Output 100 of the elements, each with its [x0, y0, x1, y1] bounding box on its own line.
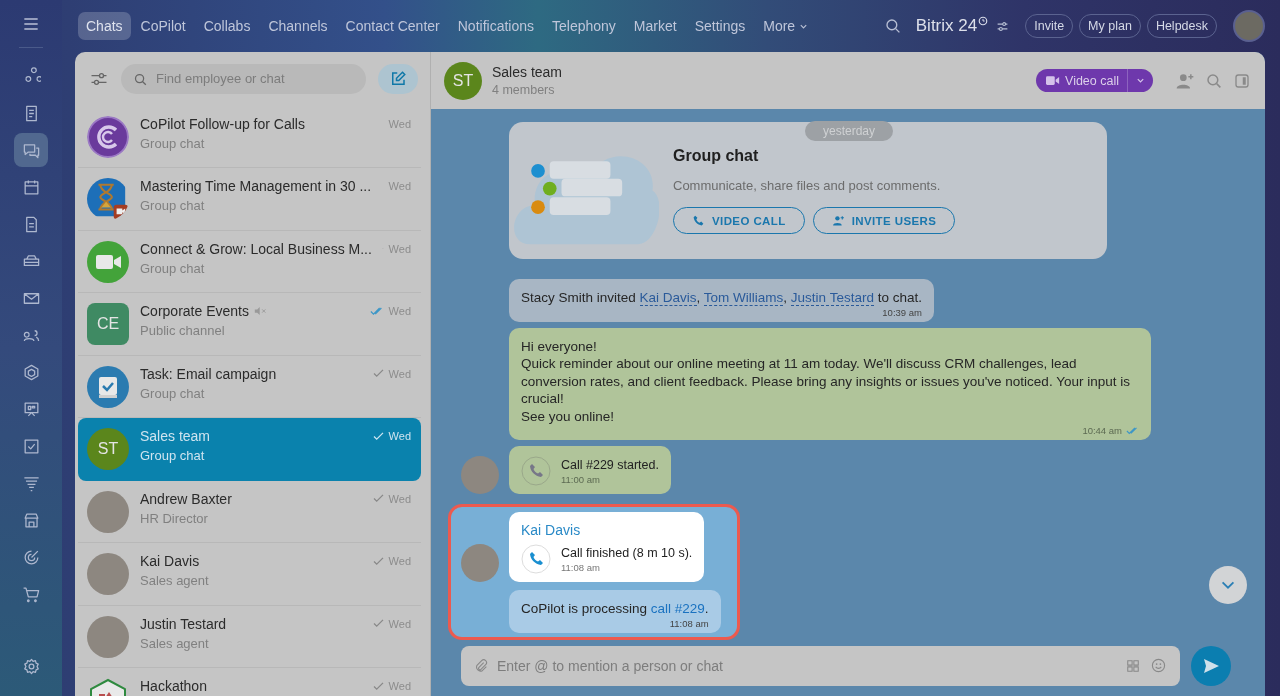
chat-date: Wed — [388, 242, 411, 255]
link[interactable]: Justin Testard — [790, 290, 874, 306]
chat-subtitle: Group chat — [140, 385, 206, 401]
chat-list-item[interactable]: Mastering Time Management in 30 ... Wed Group chat — [78, 168, 421, 231]
chat-date: Wed — [388, 430, 411, 443]
card-title: Group chat — [673, 147, 760, 165]
initials-avatar: ST — [87, 428, 129, 471]
avatar-photo-placeholder — [87, 490, 129, 533]
message-text: See you online! — [521, 407, 616, 425]
paperclip-icon — [473, 658, 489, 674]
message-input[interactable]: Enter @ to mention a person or chat — [461, 646, 1180, 686]
chat-subtitle: Group chat — [140, 198, 206, 214]
edit-icon — [389, 69, 407, 88]
send-button[interactable] — [1191, 646, 1231, 686]
chat-subtitle: Group chat — [140, 448, 206, 464]
message-time: 10:39 am — [882, 306, 922, 318]
chat-date: Wed — [388, 305, 411, 318]
chat-subtitle: Group chat — [140, 260, 206, 276]
avatar-photo-placeholder — [461, 544, 499, 582]
settings-icon[interactable] — [21, 657, 41, 676]
message-time: 11:00 am — [561, 473, 600, 485]
chat-subtitle: HR Director — [140, 510, 209, 526]
nav-tab[interactable]: Telephony — [544, 12, 624, 40]
spiral-logo-icon — [87, 115, 129, 158]
link[interactable]: Kai Davis — [639, 290, 697, 306]
smiley-icon[interactable] — [1151, 658, 1166, 673]
user-avatar[interactable] — [1233, 10, 1265, 42]
hourglass-icon — [87, 178, 129, 221]
member-count: 4 members — [492, 83, 556, 97]
chat-date: Wed — [388, 367, 411, 380]
header-button[interactable]: My plan — [1079, 14, 1141, 38]
nav-tab[interactable]: Chats — [78, 12, 131, 40]
nav-tab[interactable]: Notifications — [449, 12, 542, 40]
card-description: Communicate, share files and post comments. — [673, 178, 942, 193]
message-text: Hi everyone! — [521, 337, 598, 355]
message-time: 11:08 am — [561, 561, 600, 573]
chat-list-item[interactable]: Justin Testard Wed Sales agent — [78, 605, 421, 669]
chat-name: Connect & Grow: Local Business M... — [140, 240, 372, 257]
chat-date: Wed — [388, 617, 411, 630]
chat-name: Justin Testard — [140, 615, 227, 632]
nav-tab[interactable]: Channels — [260, 12, 336, 40]
chat-date: Wed — [388, 680, 411, 693]
scroll-down-button[interactable] — [1209, 566, 1247, 604]
video-call-menu-button[interactable] — [1127, 69, 1153, 92]
new-chat-button[interactable] — [378, 63, 418, 94]
initials-avatar: CE — [87, 303, 129, 346]
link[interactable]: call #229 — [650, 601, 705, 616]
chat-title: Sales team — [492, 64, 563, 80]
chat-name: CoPilot Follow-up for Calls — [140, 115, 305, 132]
chat-list-item[interactable]: Kai Davis Wed Sales agent — [78, 543, 421, 606]
chat-name: Sales team — [140, 428, 211, 445]
chat-name: Task: Email campaign — [140, 365, 277, 382]
phone-icon — [521, 456, 551, 486]
video-camera-icon — [87, 240, 129, 283]
avatar-photo-placeholder — [87, 615, 129, 658]
message-text: Quick reminder about our online meeting at 11 am today. We'll discuss CRM challenges, lead conversion rates, and client feedback. Please bring any insights or issues you've noticed. Your input is crucial! — [521, 355, 1131, 408]
message-text: Call finished (8 m 10 s). — [561, 545, 693, 560]
chat-list-item[interactable]: CE Corporate Events Wed Public channel — [78, 293, 421, 356]
task-checkbox-icon — [87, 365, 129, 408]
chat-list-item[interactable]: Andrew Baxter Wed HR Director — [78, 480, 421, 544]
phone-icon — [521, 544, 551, 574]
chat-name: Mastering Time Management in 30 ... — [140, 178, 372, 195]
search-icon[interactable] — [883, 17, 902, 35]
chat-name: Kai Davis — [140, 553, 200, 570]
initials-avatar: ST — [444, 61, 482, 100]
chat-list-item[interactable]: Hackathon Wed — [78, 668, 421, 696]
message-text: Stacy Smith invited Kai Davis, Tom Williams, Justin Testard to chat. — [521, 289, 922, 307]
chat-name: Andrew Baxter — [140, 490, 232, 507]
author-name[interactable]: Kai Davis — [521, 522, 693, 538]
nav-tab[interactable]: Collabs — [195, 12, 259, 40]
side-panel-icon[interactable] — [1233, 71, 1251, 90]
chat-date: Wed — [388, 492, 411, 505]
nav-tab[interactable]: CoPilot — [132, 12, 194, 40]
video-call-button[interactable]: Video call — [1036, 69, 1127, 92]
message-time: 10:44 am — [1082, 425, 1122, 436]
phone-icon — [692, 214, 705, 227]
chat-date: Wed — [388, 117, 411, 130]
add-user-icon — [831, 214, 845, 227]
chat-date: Wed — [388, 180, 411, 193]
brand-logo: Bitrix 24 — [915, 16, 978, 36]
chat-date: Wed — [388, 555, 411, 568]
send-icon — [1201, 656, 1221, 676]
chat-list-item[interactable]: CoPilot Follow-up for Calls Wed Group chat — [78, 105, 421, 169]
avatar-photo-placeholder — [87, 553, 129, 596]
search-field[interactable]: Find employee or chat — [121, 63, 366, 94]
nav-tab[interactable]: Market — [625, 12, 685, 40]
nav-tab[interactable]: Contact Center — [337, 12, 448, 40]
nav-item[interactable] — [14, 133, 48, 167]
more-menu[interactable]: More — [755, 12, 817, 40]
chat-list-item[interactable]: Connect & Grow: Local Business M... Wed Group chat — [78, 230, 421, 294]
video-camera-icon — [1046, 75, 1060, 86]
search-icon — [133, 71, 148, 87]
avatar-photo-placeholder — [461, 456, 499, 494]
chat-list-item[interactable]: ST Sales team Wed Group chat — [78, 418, 421, 481]
chat-subtitle: Sales agent — [140, 573, 210, 589]
sliders-icon[interactable] — [996, 19, 1010, 33]
chat-subtitle: Sales agent — [140, 635, 210, 651]
nav-tab[interactable]: Settings — [686, 12, 754, 40]
chat-name: Corporate Events — [140, 303, 249, 320]
clock-icon — [978, 16, 989, 26]
